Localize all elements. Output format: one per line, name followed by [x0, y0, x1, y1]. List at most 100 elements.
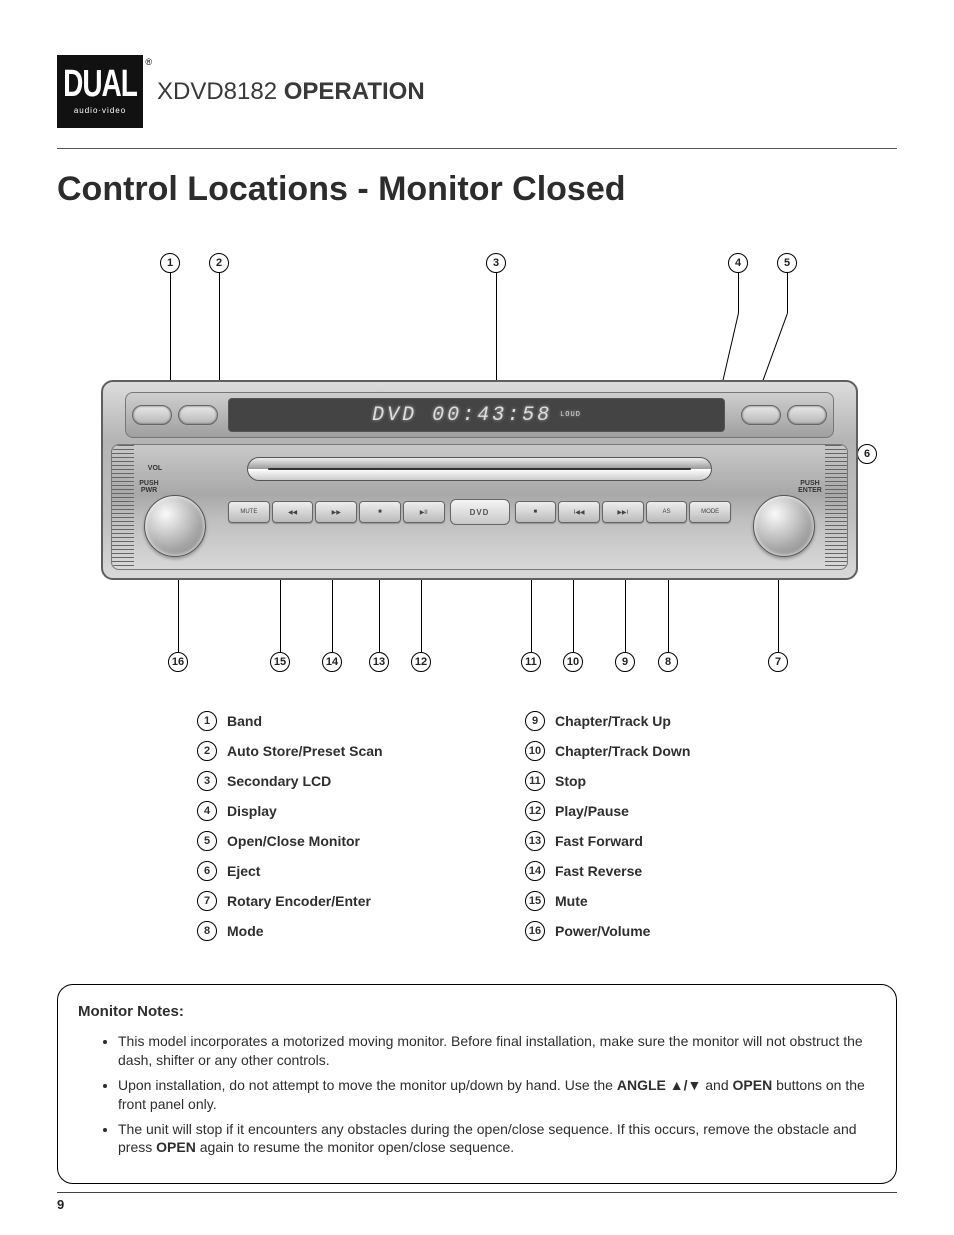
device-illustration: DVD 00:43:58 LOUD VOL PUSH PWR PUSH ENTE…	[101, 380, 858, 580]
button-row: MUTE ◀◀ ▶▶ ■ ▶II DVD ■ I◀◀ ▶▶I AS MODE	[227, 497, 732, 527]
legend-number: 13	[525, 831, 545, 851]
notes-item: Upon installation, do not attempt to mov…	[118, 1076, 876, 1114]
legend-item: 11 Stop	[525, 771, 805, 791]
legend-number: 15	[525, 891, 545, 911]
disc-slot[interactable]	[247, 457, 712, 481]
model-number: XDVD8182	[157, 78, 277, 105]
track-up-button[interactable]: ▶▶I	[602, 501, 644, 523]
legend-label: Chapter/Track Up	[555, 713, 671, 729]
legend-number: 12	[525, 801, 545, 821]
legend-label: Open/Close Monitor	[227, 833, 360, 849]
display-button[interactable]	[741, 405, 781, 425]
as-button[interactable]: AS	[646, 501, 688, 523]
legend-item: 13Fast Forward	[525, 831, 805, 851]
header-title: XDVD8182 OPERATION	[157, 78, 425, 106]
callout-1: 1	[160, 253, 180, 273]
legend-item: 16 Power/Volume	[525, 921, 805, 941]
vol-label: VOL	[144, 465, 166, 472]
legend-item: 1Band	[197, 711, 477, 731]
callout-8: 8	[658, 652, 678, 672]
leader-line	[787, 273, 788, 313]
legend-number: 16	[525, 921, 545, 941]
legend-label: Play/Pause	[555, 803, 629, 819]
callout-13: 13	[369, 652, 389, 672]
legend-label: Mode	[227, 923, 264, 939]
legend-label: Eject	[227, 863, 260, 879]
registered-mark: ®	[145, 57, 152, 67]
play-pause-button[interactable]: ▶II	[403, 501, 445, 523]
legend-number: 9	[525, 711, 545, 731]
lcd-readout: DVD 00:43:58	[372, 404, 552, 427]
notes-title: Monitor Notes:	[78, 1003, 876, 1020]
legend-number: 2	[197, 741, 217, 761]
legend-label: Chapter/Track Down	[555, 743, 690, 759]
device-bottom-panel: VOL PUSH PWR PUSH ENTER MUTE ◀◀ ▶▶ ■ ▶II…	[111, 444, 848, 570]
speaker-grille-left-icon	[112, 445, 134, 569]
legend-number: 3	[197, 771, 217, 791]
track-down-button[interactable]: I◀◀	[558, 501, 600, 523]
legend-number: 6	[197, 861, 217, 881]
legend-label: Auto Store/Preset Scan	[227, 743, 383, 759]
logo-subtext: audio·video	[74, 106, 126, 115]
legend-label: Secondary LCD	[227, 773, 331, 789]
notes-list: This model incorporates a motorized movi…	[78, 1032, 876, 1157]
legend-number: 11	[525, 771, 545, 791]
legend-item: 5 Open/Close Monitor	[197, 831, 477, 851]
callout-12: 12	[411, 652, 431, 672]
callout-14: 14	[322, 652, 342, 672]
as-ps-button[interactable]	[178, 405, 218, 425]
speaker-grille-right-icon	[825, 445, 847, 569]
power-volume-knob[interactable]	[144, 495, 206, 557]
callout-4: 4	[728, 253, 748, 273]
callout-10: 10	[563, 652, 583, 672]
legend-item: 10 Chapter/Track Down	[525, 741, 805, 761]
page-header: ® DUAL audio·video XDVD8182 OPERATION	[57, 55, 425, 128]
notes-item: This model incorporates a motorized movi…	[118, 1032, 876, 1070]
header-rule	[57, 148, 897, 149]
band-button[interactable]	[132, 405, 172, 425]
stop-button-r[interactable]: ■	[515, 501, 557, 523]
secondary-lcd: DVD 00:43:58 LOUD	[228, 398, 725, 432]
dvd-label: DVD	[450, 499, 510, 525]
legend-number: 7	[197, 891, 217, 911]
legend-item: 7 Rotary Encoder/Enter	[197, 891, 477, 911]
mode-button[interactable]: MODE	[689, 501, 731, 523]
callout-7: 7	[768, 652, 788, 672]
legend-item: 6 Eject	[197, 861, 477, 881]
section-name: OPERATION	[284, 78, 425, 105]
legend-item: 15 Mute	[525, 891, 805, 911]
push-pwr-label: PUSH PWR	[136, 480, 162, 494]
fast-forward-button[interactable]: ▶▶	[315, 501, 357, 523]
legend-item: 4Display	[197, 801, 477, 821]
device-top-panel: DVD 00:43:58 LOUD	[125, 392, 834, 438]
leader-line	[738, 273, 739, 313]
stop-button-l[interactable]: ■	[359, 501, 401, 523]
page-title: Control Locations - Monitor Closed	[57, 170, 626, 209]
logo-text: DUAL	[63, 62, 137, 105]
legend-item: 14 Fast Reverse	[525, 861, 805, 881]
legend-number: 8	[197, 921, 217, 941]
legend-number: 5	[197, 831, 217, 851]
fast-reverse-button[interactable]: ◀◀	[272, 501, 314, 523]
open-close-button[interactable]	[787, 405, 827, 425]
legend-label: Fast Reverse	[555, 863, 642, 879]
mute-button[interactable]: MUTE	[228, 501, 270, 523]
legend-label: Mute	[555, 893, 588, 909]
legend-number: 10	[525, 741, 545, 761]
legend-label: Band	[227, 713, 262, 729]
page-number: 9	[57, 1192, 897, 1212]
legend-number: 14	[525, 861, 545, 881]
legend-label: Stop	[555, 773, 586, 789]
callout-15: 15	[270, 652, 290, 672]
legend-item: 12 Play/Pause	[525, 801, 805, 821]
push-enter-label: PUSH ENTER	[797, 480, 823, 494]
callout-11: 11	[521, 652, 541, 672]
notes-item: The unit will stop if it encounters any …	[118, 1120, 876, 1158]
legend-label: Rotary Encoder/Enter	[227, 893, 371, 909]
brand-logo: ® DUAL audio·video	[57, 55, 143, 128]
control-legend: 1Band 2 Auto Store/Preset Scan 3 Secondary L…	[197, 711, 805, 941]
legend-number: 4	[197, 801, 217, 821]
legend-label: Power/Volume	[555, 923, 650, 939]
legend-item: 2 Auto Store/Preset Scan	[197, 741, 477, 761]
rotary-encoder-knob[interactable]	[753, 495, 815, 557]
